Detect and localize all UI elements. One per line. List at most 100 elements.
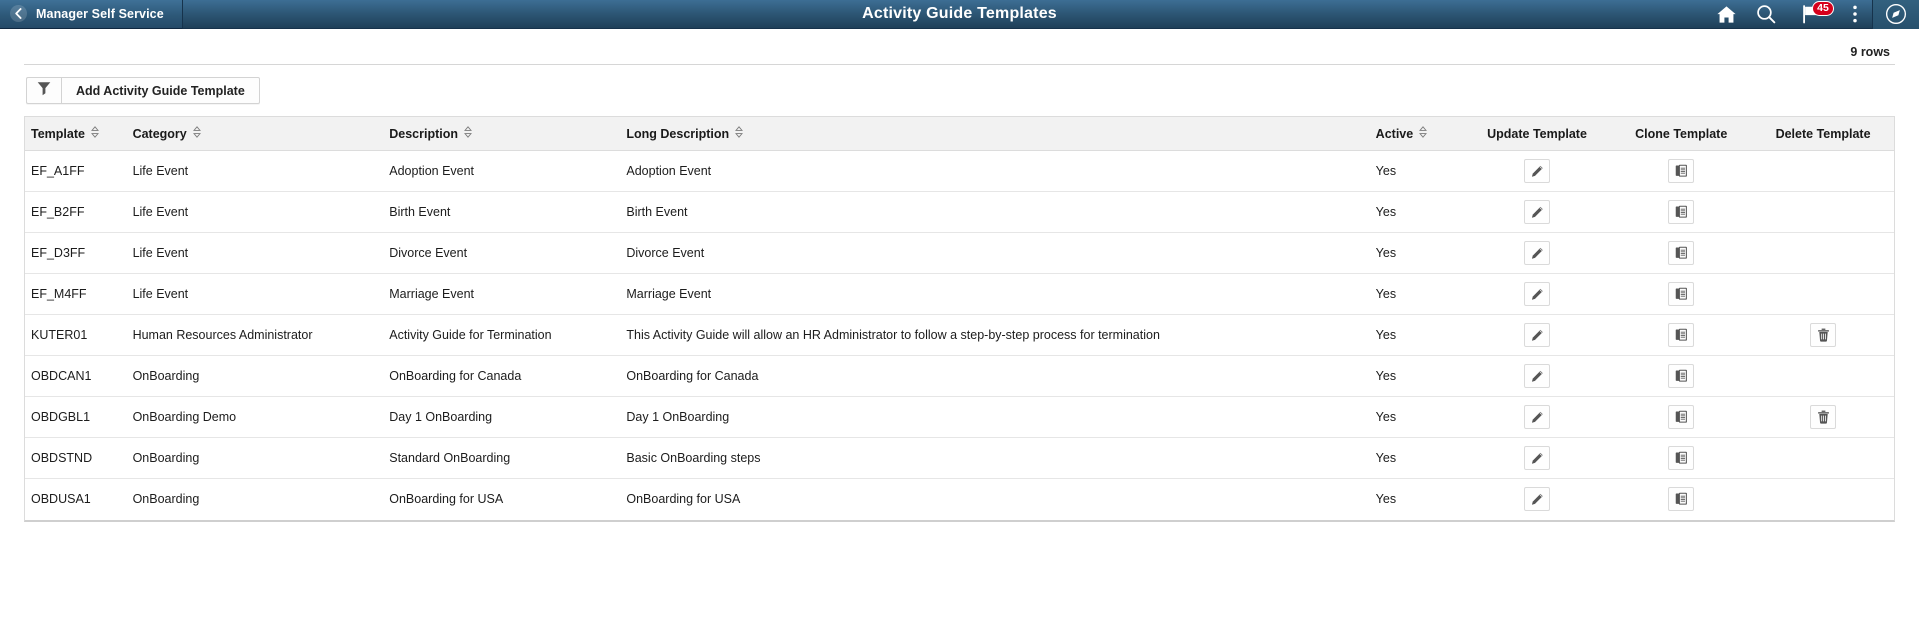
back-button-label: Manager Self Service <box>36 6 164 21</box>
clone-template-button[interactable] <box>1668 405 1695 429</box>
add-activity-guide-template-button[interactable]: Add Activity Guide Template <box>61 77 260 104</box>
clone-template-button[interactable] <box>1668 241 1695 265</box>
cell-category: OnBoarding <box>132 437 390 479</box>
clone-template-button[interactable] <box>1668 364 1695 388</box>
update-template-button[interactable] <box>1524 241 1550 265</box>
cell-active: Yes <box>1375 232 1464 274</box>
table-row: OBDGBL1 OnBoarding Demo Day 1 OnBoarding Da… <box>25 396 1894 438</box>
cell-description: Activity Guide for Termination <box>389 314 627 356</box>
sort-icon <box>464 126 472 141</box>
cell-active: Yes <box>1375 150 1464 192</box>
cell-update-template <box>1464 479 1611 520</box>
delete-template-button[interactable] <box>1810 323 1837 347</box>
header-actions: 45 <box>1706 0 1919 29</box>
cell-update-template <box>1463 191 1611 233</box>
cell-delete-template <box>1752 191 1894 233</box>
cell-delete-template <box>1752 396 1894 438</box>
update-template-button[interactable] <box>1524 282 1550 306</box>
cell-description: OnBoarding for USA <box>389 492 504 507</box>
update-template-button[interactable] <box>1524 323 1550 347</box>
cell-category: Life Event <box>132 191 390 233</box>
cell-delete-template <box>1752 314 1894 356</box>
clone-template-button[interactable] <box>1668 446 1695 470</box>
cell-long-description: Adoption Event <box>626 150 1376 192</box>
cell-clone-template <box>1610 232 1753 274</box>
cell-delete-template <box>1752 437 1894 479</box>
update-template-button[interactable] <box>1524 364 1550 388</box>
cell-category: Human Resources Administrator <box>132 314 390 356</box>
table-row: EF_D3FF Life Event Divorce Event Divorce Ev… <box>25 232 1894 274</box>
cell-active: Yes <box>1375 437 1464 479</box>
cell-delete-template <box>1752 355 1894 397</box>
cell-long-description: Birth Event <box>626 191 1376 233</box>
column-header-delete-template: Delete Template <box>1752 116 1894 151</box>
cell-clone-template <box>1610 150 1753 192</box>
cell-category: OnBoarding Demo <box>132 396 390 438</box>
column-header-long-description[interactable]: Long Description <box>626 116 1376 151</box>
cell-template: EF_A1FF <box>25 150 133 192</box>
rows-count-label: 9 rows <box>1850 45 1890 59</box>
grid-toolbar: Add Activity Guide Template <box>24 65 1895 116</box>
cell-long-description: Marriage Event <box>626 273 1376 315</box>
cell-active: Yes <box>1375 273 1464 315</box>
cell-category: Life Event <box>132 150 390 192</box>
cell-clone-template <box>1610 437 1753 479</box>
cell-description: Marriage Event <box>389 273 627 315</box>
home-icon[interactable] <box>1706 0 1746 29</box>
notifications-button[interactable]: 45 <box>1786 0 1838 29</box>
column-label: Template <box>31 126 85 141</box>
cell-active: Yes <box>1375 191 1464 233</box>
column-header-template[interactable]: Template <box>25 116 133 151</box>
cell-template: OBDGBL1 <box>25 396 133 438</box>
back-to-manager-self-service-button[interactable]: Manager Self Service <box>0 0 183 29</box>
cell-template: KUTER01 <box>25 314 133 356</box>
cell-update-template <box>1463 150 1611 192</box>
column-header-active[interactable]: Active <box>1375 116 1464 151</box>
cell-category: Life Event <box>132 273 390 315</box>
clone-template-button[interactable] <box>1668 323 1695 347</box>
cell-update-template <box>1463 396 1611 438</box>
compass-icon[interactable] <box>1872 0 1919 29</box>
clone-template-button[interactable] <box>1668 159 1695 183</box>
cell-update-template <box>1463 355 1611 397</box>
cell-active: Yes <box>1375 396 1464 438</box>
cell-delete-template <box>1752 232 1894 274</box>
cell-template: OBDSTND <box>25 437 133 479</box>
update-template-button[interactable] <box>1524 405 1550 429</box>
table-row: EF_M4FF Life Event Marriage Event Marriage … <box>25 273 1894 315</box>
column-header-category[interactable]: Category <box>132 116 390 151</box>
update-template-button[interactable] <box>1524 200 1550 224</box>
page-body: 9 rows Add Activity Guide Template Templ… <box>0 29 1919 522</box>
kebab-menu-icon[interactable] <box>1838 0 1872 29</box>
table-header-row: Template Category Description Long Descr… <box>25 116 1894 151</box>
clone-template-button[interactable] <box>1668 200 1695 224</box>
cell-template: OBDUSA1 <box>31 492 91 507</box>
update-template-button[interactable] <box>1524 487 1550 512</box>
cell-category: Life Event <box>132 232 390 274</box>
cell-update-template <box>1463 437 1611 479</box>
clone-template-button[interactable] <box>1668 487 1695 512</box>
cell-clone-template <box>1610 314 1753 356</box>
table-row: EF_A1FF Life Event Adoption Event Adoption … <box>25 150 1894 192</box>
column-header-description[interactable]: Description <box>389 116 627 151</box>
column-header-clone-template: Clone Template <box>1610 116 1753 151</box>
sort-icon <box>735 126 744 141</box>
sort-icon <box>192 126 201 141</box>
table-row: OBDUSA1 OnBoarding OnBoarding for USA OnBoa… <box>25 479 1894 520</box>
cell-description: Divorce Event <box>389 232 627 274</box>
sort-icon <box>1419 126 1428 141</box>
notification-badge: 45 <box>1812 0 1834 16</box>
cell-long-description: This Activity Guide will allow an HR Adm… <box>626 314 1376 356</box>
cell-clone-template <box>1610 273 1753 315</box>
search-icon[interactable] <box>1746 0 1786 29</box>
funnel-icon <box>37 81 51 101</box>
cell-delete-template <box>1752 273 1894 315</box>
delete-template-button[interactable] <box>1810 405 1837 429</box>
cell-template: EF_D3FF <box>25 232 133 274</box>
cell-active: Yes <box>1375 355 1464 397</box>
update-template-button[interactable] <box>1524 446 1550 470</box>
update-template-button[interactable] <box>1524 159 1550 183</box>
filter-button[interactable] <box>26 77 61 104</box>
column-label: Category <box>132 126 187 141</box>
clone-template-button[interactable] <box>1668 282 1695 306</box>
